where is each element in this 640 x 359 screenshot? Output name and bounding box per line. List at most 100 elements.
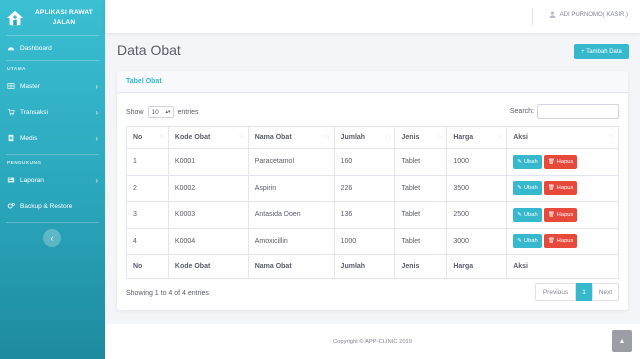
column-header-label: Harga xyxy=(453,134,474,141)
column-footer: No xyxy=(126,254,169,279)
column-header-label: Jumlah xyxy=(340,134,366,141)
user-icon xyxy=(549,11,555,18)
edit-button-label: Ubah xyxy=(523,158,538,165)
chevron-right-icon: › xyxy=(95,81,98,91)
sort-icon: ↑↓ xyxy=(158,134,164,140)
entries-length-select[interactable]: 10 ▴▾ xyxy=(147,106,174,118)
sidebar-item-backup-restore[interactable]: Backup & Restore xyxy=(0,194,105,218)
action-cell: ✎ Ubah 🗑 Hapus xyxy=(506,227,619,255)
card-header: Tabel Obat xyxy=(117,71,628,93)
sort-icon: ↑↓ xyxy=(609,134,614,140)
table-row: 2 K0002 Aspirin 226 Tablet 3500 ✎ Ubah 🗑 Hapus xyxy=(126,174,619,202)
edit-icon: ✎ xyxy=(517,185,522,192)
obat-table: No ↑↓ Kode Obat ↑↓ Nama Obat ↑↓ Jumlah ↑↓ Jenis ↑… xyxy=(126,126,619,279)
delete-button[interactable]: 🗑 Hapus xyxy=(543,234,578,249)
sidebar-item-label: Medis xyxy=(20,134,38,142)
user-name: ADI PURNOMO( KASIR ) xyxy=(559,11,628,18)
column-header-label: Nama Obat xyxy=(254,134,292,141)
delete-button[interactable]: 🗑 Hapus xyxy=(543,207,578,222)
table-row: 1 K0001 Paracetamol 160 Tablet 1000 ✎ Ubah 🗑 Hapu… xyxy=(126,148,619,176)
previous-page-button[interactable]: Previous xyxy=(535,283,576,301)
file-medical-icon xyxy=(7,134,15,142)
edit-button[interactable]: ✎ Ubah xyxy=(513,154,542,169)
next-page-button[interactable]: Next xyxy=(592,283,619,301)
action-cell: ✎ Ubah 🗑 Hapus xyxy=(506,201,619,229)
show-label: Show xyxy=(126,108,144,116)
edit-icon: ✎ xyxy=(517,158,522,165)
page-1-button[interactable]: 1 xyxy=(576,283,592,301)
sidebar-item-label: Master xyxy=(20,82,40,90)
edit-button-label: Ubah xyxy=(523,238,538,245)
delete-button[interactable]: 🗑 Hapus xyxy=(543,181,578,196)
sort-icon: ↑↓ xyxy=(437,134,443,140)
column-footer: Aksi xyxy=(506,254,619,279)
column-header-label: Aksi xyxy=(513,134,529,141)
trash-icon: 🗑 xyxy=(547,238,555,245)
add-data-button[interactable]: + Tambah Data xyxy=(574,44,629,59)
table-body: 1 K0001 Paracetamol 160 Tablet 1000 ✎ Ubah 🗑 Hapu… xyxy=(126,148,619,255)
sidebar-item-dashboard[interactable]: Dashboard xyxy=(0,36,105,60)
home-icon xyxy=(6,10,24,25)
data-card: Tabel Obat Show 10 ▴▾ entries Search: No… xyxy=(117,71,628,310)
topbar-divider xyxy=(532,8,533,25)
edit-button-label: Ubah xyxy=(523,185,538,192)
sidebar-item-label: Transaksi xyxy=(20,108,48,116)
length-control: Show 10 ▴▾ entries xyxy=(126,106,199,118)
sidebar-item-master[interactable]: Master › xyxy=(0,74,105,98)
search-input[interactable] xyxy=(537,104,619,119)
sidebar-item-label: Dashboard xyxy=(20,44,52,52)
table-cell: K0001 xyxy=(167,148,249,176)
footer: Copyright © APP-CLINIC 2019 xyxy=(105,324,640,359)
table-cell: Antasida Doen xyxy=(247,201,335,229)
sidebar-item-label: Laporan xyxy=(20,176,44,184)
column-header[interactable]: Aksi ↑↓ xyxy=(506,126,619,149)
cart-icon xyxy=(7,108,15,116)
trash-icon: 🗑 xyxy=(547,211,555,218)
table-cell: 3500 xyxy=(446,174,508,202)
edit-button[interactable]: ✎ Ubah xyxy=(513,207,542,222)
edit-button[interactable]: ✎ Ubah xyxy=(513,234,542,249)
sidebar-item-medis[interactable]: Medis › xyxy=(0,126,105,150)
trash-icon: 🗑 xyxy=(547,158,555,165)
column-header-label: Kode Obat xyxy=(174,134,211,141)
column-header[interactable]: Nama Obat ↑↓ xyxy=(247,126,335,149)
select-arrows-icon: ▴▾ xyxy=(165,109,171,115)
edit-button[interactable]: ✎ Ubah xyxy=(513,181,542,196)
column-header-label: No xyxy=(133,134,143,141)
table-cell: 136 xyxy=(333,201,396,229)
sidebar-divider xyxy=(6,222,99,223)
column-footer: Kode Obat xyxy=(167,254,249,279)
table-cell: 160 xyxy=(333,148,396,176)
table-cell: 1000 xyxy=(333,227,396,255)
table-cell: 4 xyxy=(126,227,169,255)
column-header[interactable]: Kode Obat ↑↓ xyxy=(167,126,249,149)
sidebar-heading-utama: UTAMA xyxy=(7,67,26,72)
column-header[interactable]: Harga ↑↓ xyxy=(446,126,508,149)
delete-button-label: Hapus xyxy=(556,238,574,245)
table-cell: 2 xyxy=(126,174,169,202)
sidebar: APLIKASI RAWAT JALAN Dashboard UTAMA Mas… xyxy=(0,0,105,359)
column-footer: Harga xyxy=(446,254,508,279)
column-footer: Jenis xyxy=(394,254,448,279)
brand[interactable]: APLIKASI RAWAT JALAN xyxy=(0,0,105,35)
scroll-to-top-button[interactable]: ▲ xyxy=(612,330,632,352)
sidebar-item-transaksi[interactable]: Transaksi › xyxy=(0,100,105,124)
delete-button[interactable]: 🗑 Hapus xyxy=(543,154,578,169)
table-header-row: No ↑↓ Kode Obat ↑↓ Nama Obat ↑↓ Jumlah ↑↓ Jenis ↑… xyxy=(126,126,619,149)
table-cell: Aspirin xyxy=(247,174,335,202)
sidebar-toggle-button[interactable]: ‹ xyxy=(43,229,61,247)
user-menu[interactable]: ADI PURNOMO( KASIR ) xyxy=(549,11,628,18)
trash-icon: 🗑 xyxy=(547,185,555,192)
action-cell: ✎ Ubah 🗑 Hapus xyxy=(506,174,619,202)
column-header[interactable]: No ↑↓ xyxy=(126,126,169,149)
column-footer: Jumlah xyxy=(333,254,396,279)
column-header[interactable]: Jumlah ↑↓ xyxy=(333,126,396,149)
column-footer: Nama Obat xyxy=(247,254,335,279)
column-header[interactable]: Jenis ↑↓ xyxy=(394,126,448,149)
chevron-left-icon: ‹ xyxy=(50,233,54,243)
cogs-icon xyxy=(7,202,15,210)
sidebar-item-laporan[interactable]: Laporan › xyxy=(0,168,105,192)
copyright-text: Copyright © APP-CLINIC 2019 xyxy=(332,338,413,345)
delete-button-label: Hapus xyxy=(556,185,574,192)
table-row: 4 K0004 Amoxicillin 1000 Tablet 3000 ✎ Ubah 🗑 Hap… xyxy=(126,227,619,255)
